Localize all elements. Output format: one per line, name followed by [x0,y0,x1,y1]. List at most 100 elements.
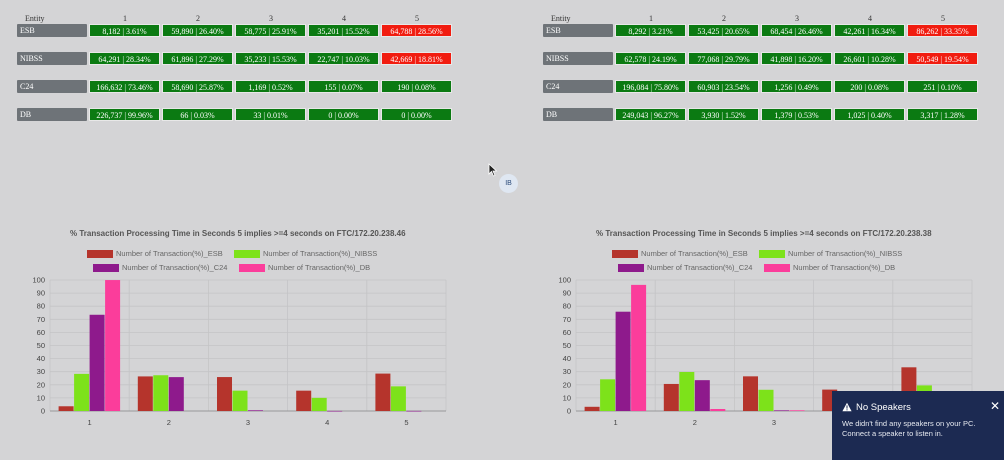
header-col-4: 4 [868,14,872,23]
legend-label: Number of Transaction(%)_NIBSS [263,249,378,258]
entity-label: C24 [17,80,87,93]
bar-db-2[interactable] [710,409,726,411]
table-cell: 155 | 0.07% [308,80,379,93]
bar-c24-1[interactable] [615,311,631,411]
bar-esb-1[interactable] [58,406,74,411]
bar-nibss-3[interactable] [758,389,774,411]
legend-label: Number of Transaction(%)_ESB [641,249,748,258]
ib-badge[interactable]: IB [499,174,518,193]
legend-item-c24[interactable]: Number of Transaction(%)_C24 [93,263,227,273]
chart-legend-right: Number of Transaction(%)_ESB Number of T… [612,249,942,277]
table-cell: 50,549 | 19.54% [907,52,978,65]
table-cell: 251 | 0.10% [907,80,978,93]
header-col-3: 3 [269,14,273,23]
bar-c24-3[interactable] [774,410,789,411]
legend-item-esb[interactable]: Number of Transaction(%)_ESB [612,249,748,259]
header-col-1: 1 [123,14,127,23]
table-cell: 190 | 0.08% [381,80,452,93]
y-tick-label: 0 [567,407,571,416]
table-cell: 59,890 | 26.40% [162,24,233,37]
table-cell: 1,025 | 0.40% [834,108,905,121]
legend-label: Number of Transaction(%)_NIBSS [788,249,903,258]
bar-chart-left: 0 10 20 30 40 50 60 70 80 90 100 1 2 3 4 5 [32,276,447,427]
y-tick-label: 90 [37,289,45,298]
y-tick-label: 0 [41,407,45,416]
header-entity: Entity [551,14,571,23]
bar-c24-2[interactable] [168,377,184,411]
bar-c24-1[interactable] [89,314,105,411]
x-tick-label: 3 [246,418,250,427]
legend-item-c24[interactable]: Number of Transaction(%)_C24 [618,263,752,273]
table-cell: 42,261 | 16.34% [834,24,905,37]
y-tick-label: 100 [558,276,571,285]
bar-c24-3[interactable] [248,410,263,411]
bar-esb-2[interactable] [137,376,153,411]
table-cell: 62,578 | 24.19% [615,52,686,65]
table-cell: 64,788 | 28.56% [381,24,452,37]
warning-icon [842,402,852,412]
legend-item-nibss[interactable]: Number of Transaction(%)_NIBSS [759,249,902,259]
table-cell: 1,379 | 0.53% [761,108,832,121]
legend-item-db[interactable]: Number of Transaction(%)_DB [764,263,895,273]
table-cell: 26,601 | 10.28% [834,52,905,65]
x-tick-label: 3 [772,418,776,427]
bar-c24-4[interactable] [327,410,343,412]
y-tick-label: 50 [563,341,571,350]
bar-c24-5[interactable] [406,410,422,412]
bar-nibss-1[interactable] [600,379,616,411]
y-tick-label: 10 [563,393,571,402]
table-cell: 3,317 | 1.28% [907,108,978,121]
bar-nibss-2[interactable] [679,371,695,411]
y-tick-label: 60 [563,328,571,337]
table-cell: 8,182 | 3.61% [89,24,160,37]
bar-esb-5[interactable] [375,373,391,411]
legend-item-db[interactable]: Number of Transaction(%)_DB [239,263,370,273]
table-cell: 58,690 | 25.87% [162,80,233,93]
no-speakers-toast[interactable]: No Speakers ✕ We didn't find any speaker… [832,391,1004,460]
legend-item-esb[interactable]: Number of Transaction(%)_ESB [87,249,223,259]
table-cell: 0 | 0.00% [381,108,452,121]
bar-db-3[interactable] [789,410,805,411]
toast-message: We didn't find any speakers on your PC. … [842,419,976,438]
bar-db-1[interactable] [631,284,647,411]
y-tick-label: 80 [37,302,45,311]
entity-label: DB [17,108,87,121]
legend-swatch [93,264,119,273]
x-tick-label: 4 [325,418,329,427]
y-tick-label: 40 [563,354,571,363]
legend-label: Number of Transaction(%)_C24 [647,263,753,272]
bar-c24-2[interactable] [694,380,710,411]
y-tick-label: 70 [563,315,571,324]
bar-esb-2[interactable] [663,383,679,411]
close-icon[interactable]: ✕ [990,400,1000,412]
bar-esb-4[interactable] [296,390,312,411]
x-tick-label: 1 [88,418,92,427]
table-cell: 1,256 | 0.49% [761,80,832,93]
table-cell: 0 | 0.00% [308,108,379,121]
bar-nibss-1[interactable] [74,373,90,411]
table-cell: 8,292 | 3.21% [615,24,686,37]
bar-esb-3[interactable] [217,377,232,411]
bar-db-1[interactable] [105,280,121,411]
bar-esb-1[interactable] [584,406,600,411]
entity-label: NIBSS [543,52,613,65]
header-entity: Entity [25,14,45,23]
entity-label: NIBSS [17,52,87,65]
x-tick-label: 1 [614,418,618,427]
bar-nibss-5[interactable] [390,386,406,411]
chart-legend-left: Number of Transaction(%)_ESB Number of T… [87,249,417,277]
table-cell: 249,043 | 96.27% [615,108,686,121]
legend-swatch [239,264,265,273]
x-tick-label: 2 [167,418,171,427]
legend-swatch [87,250,113,259]
table-cell: 77,068 | 29.79% [688,52,759,65]
entity-label: ESB [543,24,613,37]
bar-nibss-4[interactable] [311,397,327,411]
bar-nibss-2[interactable] [153,375,169,411]
bar-esb-3[interactable] [743,376,758,411]
legend-item-nibss[interactable]: Number of Transaction(%)_NIBSS [234,249,377,259]
y-tick-label: 50 [37,341,45,350]
y-tick-label: 20 [563,380,571,389]
table-cell: 200 | 0.08% [834,80,905,93]
bar-nibss-3[interactable] [232,390,248,411]
